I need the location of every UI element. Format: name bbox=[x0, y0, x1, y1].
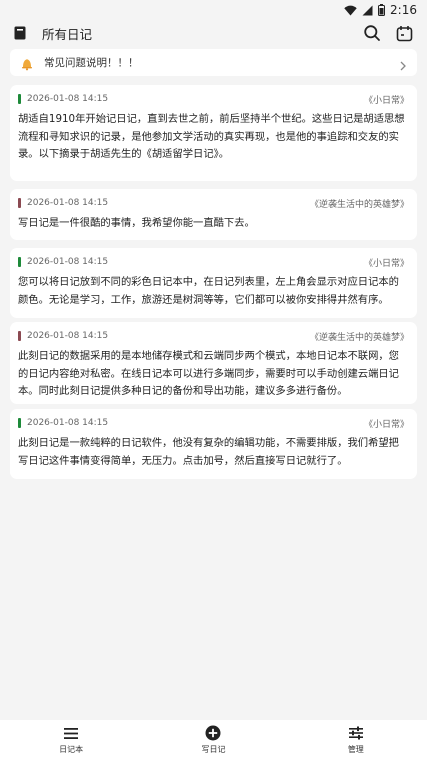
nav-write-diary[interactable]: 写日记 bbox=[142, 720, 284, 760]
entry-notebook: 《小日常》 bbox=[363, 258, 409, 269]
sliders-icon bbox=[347, 725, 365, 741]
entry-notebook: 《逆袭生活中的英雄梦》 bbox=[309, 199, 409, 210]
nav-label: 写日记 bbox=[201, 745, 226, 754]
diary-entry-card[interactable]: 2026-01-08 14:15 《小日常》 您可以将日记放到不同的彩色日记本中… bbox=[10, 248, 417, 318]
notebook-color-bar bbox=[18, 418, 21, 428]
entry-date: 2026-01-08 14:15 bbox=[27, 418, 109, 428]
entry-date: 2026-01-08 14:15 bbox=[27, 331, 109, 341]
notebook-color-bar bbox=[18, 198, 21, 208]
nav-label: 日记本 bbox=[59, 745, 84, 754]
calendar-icon[interactable] bbox=[393, 22, 415, 44]
status-time: 2:16 bbox=[390, 3, 417, 17]
entry-notebook: 《小日常》 bbox=[363, 419, 409, 430]
search-icon[interactable] bbox=[361, 22, 383, 44]
nav-manage[interactable]: 管理 bbox=[285, 720, 427, 760]
signal-icon bbox=[362, 5, 373, 16]
status-bar: 2:16 bbox=[0, 0, 427, 20]
notebook-color-bar bbox=[18, 94, 21, 104]
entry-date: 2026-01-08 14:15 bbox=[27, 94, 109, 104]
entry-date: 2026-01-08 14:15 bbox=[27, 257, 109, 267]
diary-entry-card[interactable]: 2026-01-08 14:15 《逆袭生活中的英雄梦》 此刻日记的数据采用的是… bbox=[10, 322, 417, 404]
notebook-color-bar bbox=[18, 331, 21, 341]
wifi-icon bbox=[344, 5, 357, 16]
bell-icon bbox=[20, 56, 34, 70]
entry-notebook: 《小日常》 bbox=[363, 95, 409, 106]
entry-text: 此刻日记的数据采用的是本地储存模式和云端同步两个模式，本地日记本不联网，您的日记… bbox=[18, 350, 399, 397]
faq-label: 常见问题说明！！！ bbox=[44, 57, 139, 69]
add-circle-icon bbox=[204, 725, 222, 741]
entry-text: 胡适自1910年开始记日记，直到去世之前，前后坚持半个世纪。这些日记是胡适思想流… bbox=[18, 113, 405, 160]
menu-icon bbox=[62, 725, 80, 741]
entry-text: 此刻日记是一款纯粹的日记软件，他没有复杂的编辑功能，不需要排版，我们希望把写日记… bbox=[18, 437, 399, 467]
nav-label: 管理 bbox=[347, 745, 364, 754]
nav-diary-books[interactable]: 日记本 bbox=[0, 720, 142, 760]
app-bar: 所有日记 bbox=[0, 20, 427, 46]
entry-notebook: 《逆袭生活中的英雄梦》 bbox=[309, 332, 409, 343]
page-title: 所有日记 bbox=[42, 26, 93, 42]
diary-entry-card[interactable]: 2026-01-08 14:15 《逆袭生活中的英雄梦》 写日记是一件很酷的事情… bbox=[10, 189, 417, 240]
diary-entry-card[interactable]: 2026-01-08 14:15 《小日常》 此刻日记是一款纯粹的日记软件，他没… bbox=[10, 409, 417, 479]
chevron-right-icon bbox=[397, 57, 409, 70]
notebook-icon[interactable] bbox=[12, 25, 28, 41]
diary-entry-card[interactable]: 2026-01-08 14:15 《小日常》 胡适自1910年开始记日记，直到去… bbox=[10, 85, 417, 181]
entry-date: 2026-01-08 14:15 bbox=[27, 198, 109, 208]
bottom-nav: 日记本 写日记 管理 bbox=[0, 720, 427, 760]
notebook-color-bar bbox=[18, 257, 21, 267]
battery-icon bbox=[378, 4, 386, 16]
entry-text: 写日记是一件很酷的事情，我希望你能一直酷下去。 bbox=[18, 217, 255, 229]
faq-banner[interactable]: 常见问题说明！！！ bbox=[10, 49, 417, 76]
entry-text: 您可以将日记放到不同的彩色日记本中，在日记列表里，左上角会显示对应日记本的颜色。… bbox=[18, 276, 399, 306]
